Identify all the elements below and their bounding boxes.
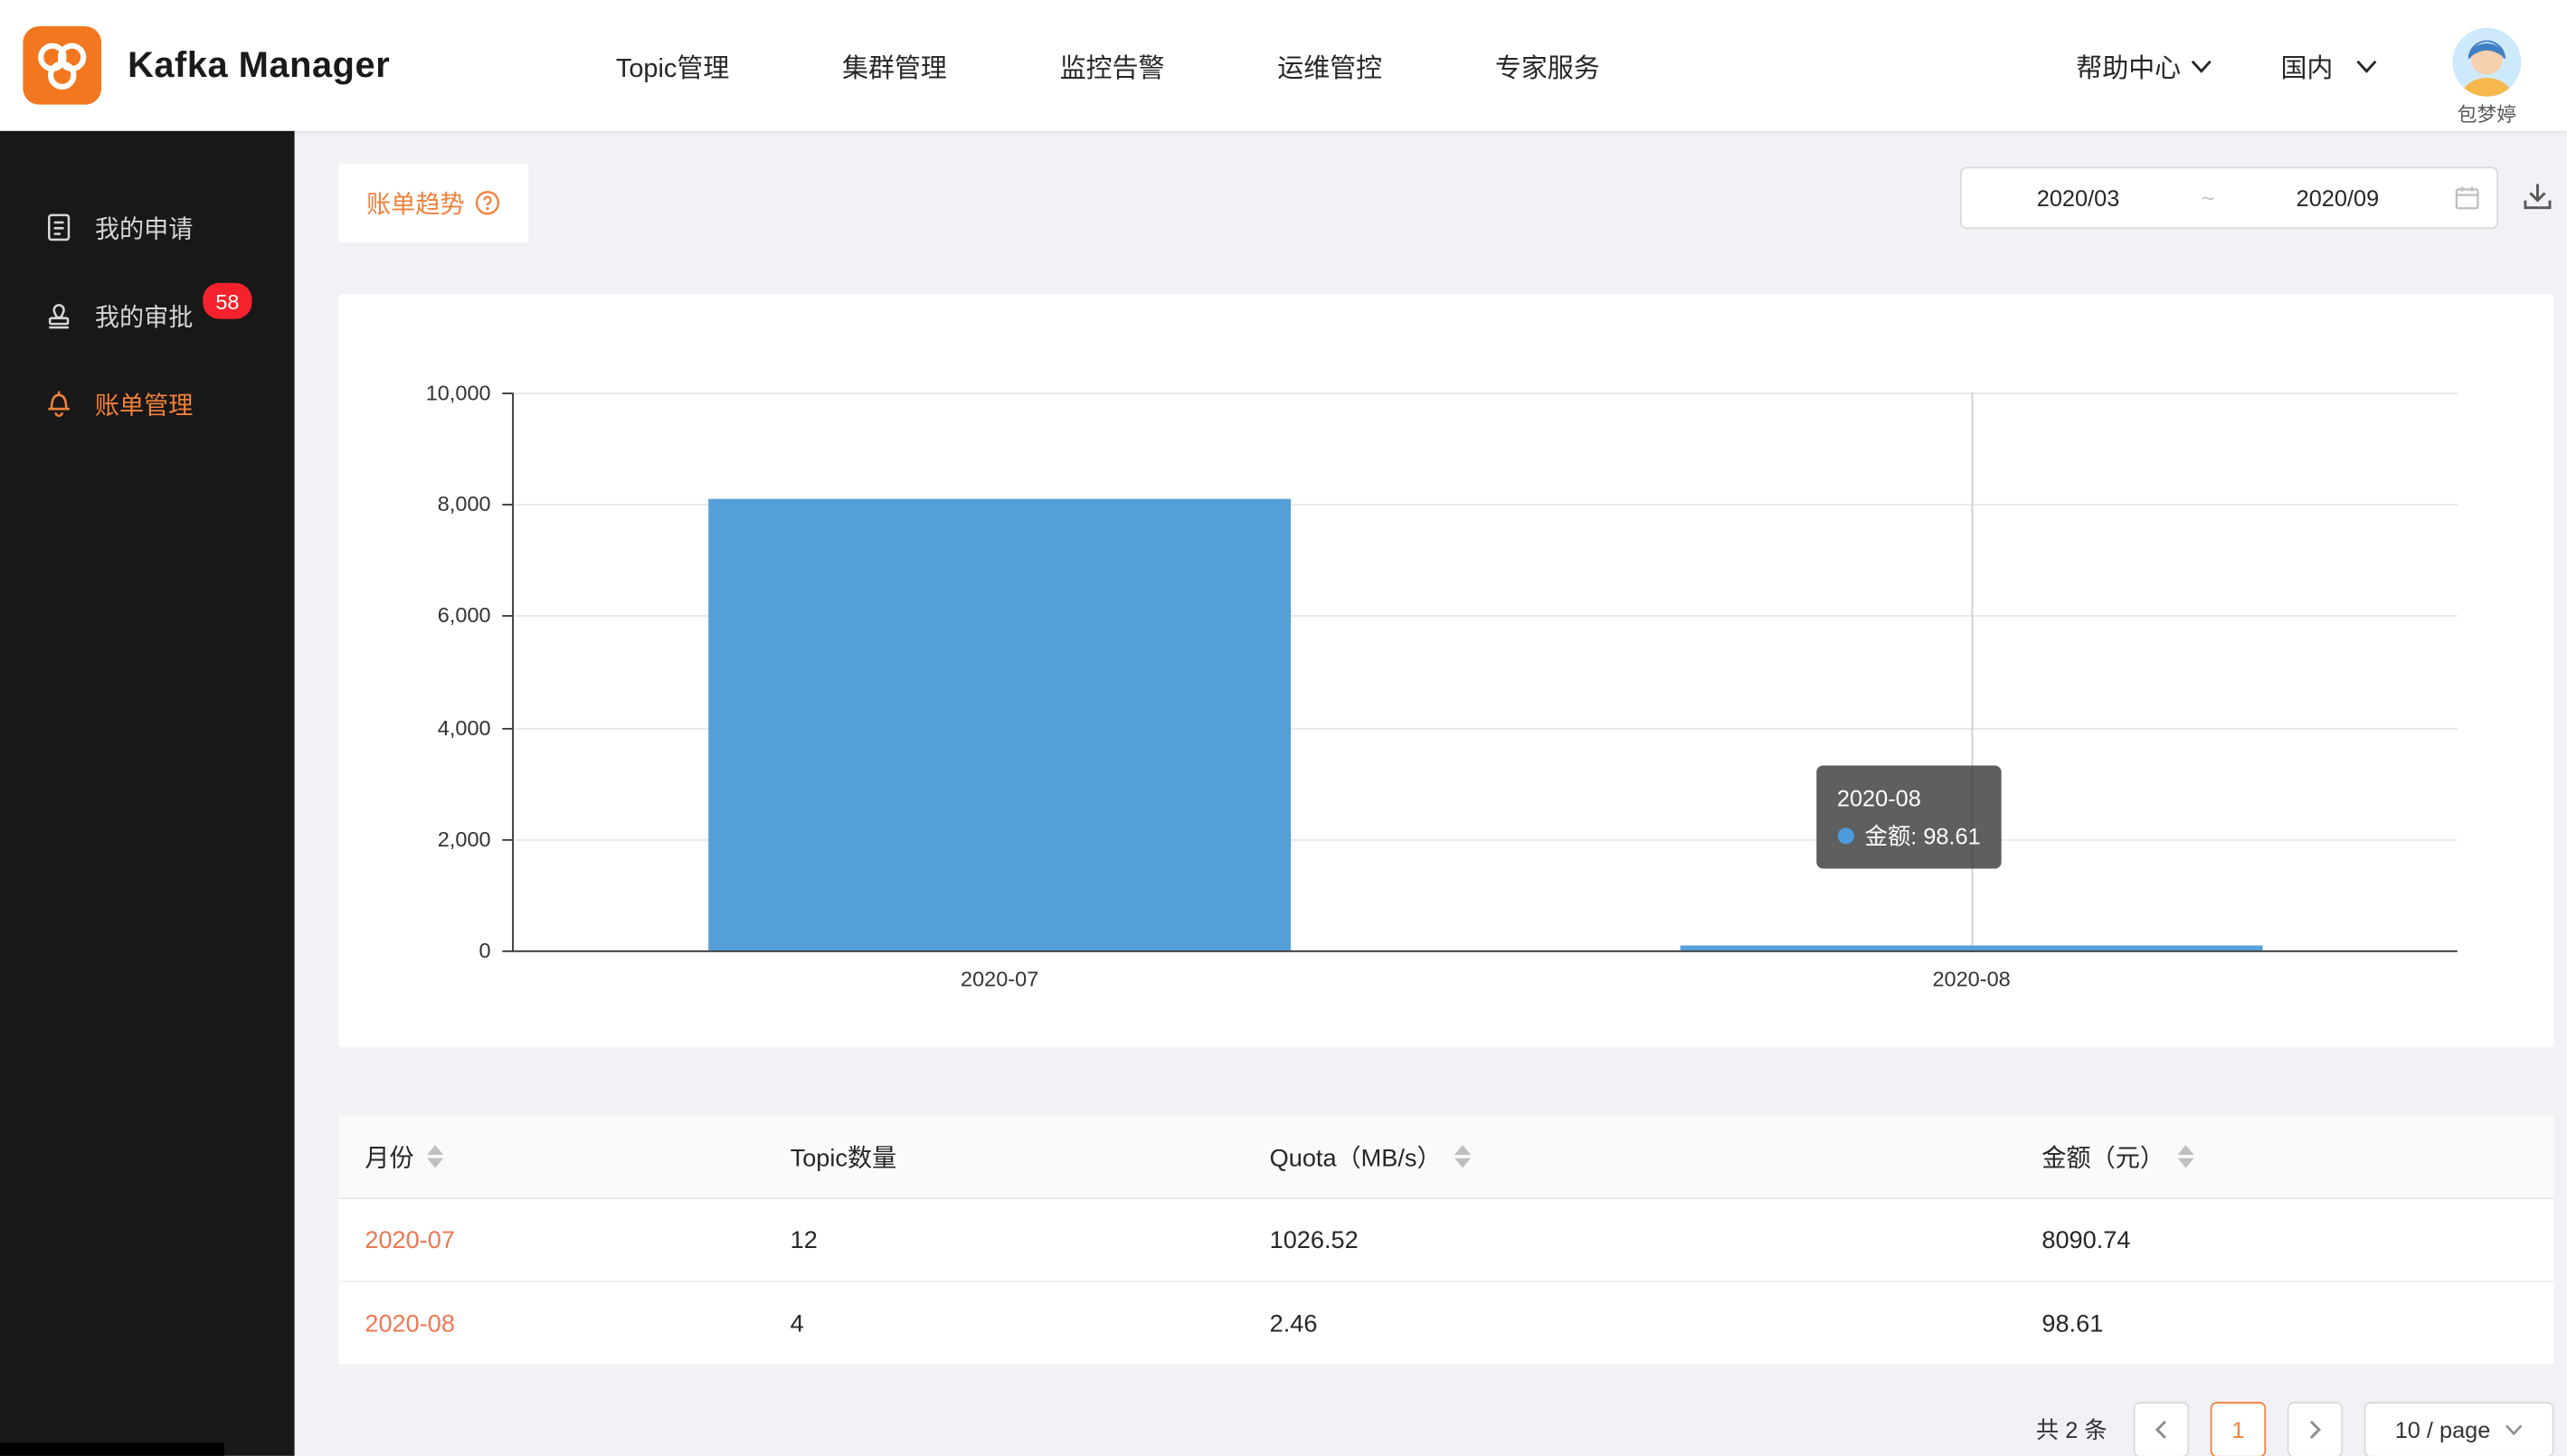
chevron-down-icon <box>2191 58 2212 72</box>
date-range-picker[interactable]: 2020/03 ~ 2020/09 <box>1960 166 2498 229</box>
sort-icon[interactable] <box>2178 1145 2194 1168</box>
next-page-button[interactable] <box>2288 1402 2343 1456</box>
nav-topic-management[interactable]: Topic管理 <box>616 46 729 85</box>
sidebar-item-billing[interactable]: 账单管理 <box>0 360 295 449</box>
total-count-label: 共 2 条 <box>2036 1413 2108 1446</box>
table-row: 2020-07 12 1026.52 8090.74 <box>338 1199 2553 1282</box>
table-row: 2020-08 4 2.46 98.61 <box>338 1282 2553 1366</box>
chevron-left-icon <box>2153 1420 2169 1440</box>
amount-cell: 98.61 <box>2041 1309 2103 1338</box>
question-circle-icon <box>475 190 501 216</box>
sidebar: 我的申请 我的审批 58 账单管理 <box>0 131 295 1456</box>
stamp-icon <box>44 301 74 331</box>
approval-count-badge: 58 <box>200 279 255 322</box>
sidebar-item-label: 我的申请 <box>95 210 194 244</box>
tooltip-title: 2020-08 <box>1837 781 1981 818</box>
y-tick-label: 4,000 <box>438 715 491 740</box>
sort-icon[interactable] <box>427 1145 443 1168</box>
app-root: Kafka Manager Topic管理 集群管理 监控告警 运维管控 专家服… <box>0 0 2567 1456</box>
pagination: 共 2 条 1 10 / page <box>338 1402 2553 1456</box>
help-center-menu[interactable]: 帮助中心 <box>2076 46 2212 85</box>
y-tick-mark <box>502 727 512 729</box>
sidebar-item-my-applications[interactable]: 我的申请 <box>0 184 295 272</box>
tooltip-value: 金额: 98.61 <box>1865 818 1981 855</box>
x-axis-label: 2020-07 <box>961 967 1038 991</box>
topic-count-cell: 4 <box>791 1309 804 1338</box>
chevron-down-icon <box>2356 58 2378 72</box>
user-name: 包梦婷 <box>2458 99 2516 127</box>
sidebar-collapse-bar[interactable] <box>0 1442 224 1455</box>
page-1-button[interactable]: 1 <box>2211 1402 2266 1456</box>
column-header-amount[interactable]: 金额（元） <box>2015 1139 2553 1174</box>
series-dot-icon <box>1837 827 1853 844</box>
amount-cell: 8090.74 <box>2041 1226 2130 1254</box>
billing-trend-chart-card: 2020-08 金额: 98.61 10,000 8,000 6,000 4,000 2… <box>338 295 2553 1047</box>
y-tick-label: 6,000 <box>438 603 491 628</box>
nav-ops-control[interactable]: 运维管控 <box>1277 46 1382 85</box>
column-header-month[interactable]: 月份 <box>338 1139 763 1174</box>
nav-monitor-alert[interactable]: 监控告警 <box>1060 46 1165 85</box>
bell-icon <box>44 389 74 419</box>
sidebar-item-label: 我的审批 <box>95 298 194 333</box>
nav-cluster-management[interactable]: 集群管理 <box>842 46 947 85</box>
chart-bar[interactable] <box>708 499 1292 950</box>
y-tick-label: 2,000 <box>438 827 491 851</box>
month-link[interactable]: 2020-08 <box>365 1309 455 1338</box>
nav-expert-service[interactable]: 专家服务 <box>1495 46 1600 85</box>
sidebar-item-label: 账单管理 <box>95 387 194 421</box>
kafka-manager-logo-icon <box>23 26 101 105</box>
main-nav: Topic管理 集群管理 监控告警 运维管控 专家服务 <box>616 46 1600 85</box>
month-link[interactable]: 2020-07 <box>365 1226 455 1254</box>
document-icon <box>44 213 74 242</box>
sidebar-item-my-approvals[interactable]: 我的审批 58 <box>0 271 295 360</box>
date-end-value[interactable]: 2020/09 <box>2221 184 2455 211</box>
chart-plot: 2020-08 金额: 98.61 10,0008,0006,0004,0002… <box>512 392 2458 952</box>
chevron-down-icon <box>2505 1423 2524 1436</box>
quota-cell: 2.46 <box>1270 1309 1318 1338</box>
page-size-select[interactable]: 10 / page <box>2364 1402 2554 1456</box>
topic-count-cell: 12 <box>791 1226 818 1254</box>
date-start-value[interactable]: 2020/03 <box>1962 184 2195 211</box>
avatar <box>2452 27 2521 96</box>
chevron-right-icon <box>2307 1420 2323 1440</box>
table-header-row: 月份 Topic数量 Quota（MB/s） 金额（元） <box>338 1116 2553 1199</box>
quota-cell: 1026.52 <box>1270 1226 1359 1254</box>
y-tick-mark <box>502 504 512 506</box>
toolbar: 账单趋势 2020/03 ~ 2020/09 <box>338 164 2553 275</box>
y-tick-label: 0 <box>479 938 491 962</box>
date-separator: ~ <box>2194 184 2221 211</box>
y-tick-mark <box>502 950 512 952</box>
chart-tooltip: 2020-08 金额: 98.61 <box>1815 766 2002 869</box>
prev-page-button[interactable] <box>2134 1402 2189 1456</box>
gridline <box>514 392 2458 394</box>
x-axis-label: 2020-08 <box>1932 967 2010 991</box>
calendar-icon <box>2454 184 2480 211</box>
column-header-quota[interactable]: Quota（MB/s） <box>1244 1139 2016 1174</box>
user-profile[interactable]: 包梦婷 <box>2452 27 2521 127</box>
y-tick-label: 10,000 <box>426 381 491 405</box>
column-header-topic-count: Topic数量 <box>764 1139 1244 1174</box>
sort-icon[interactable] <box>1454 1145 1471 1168</box>
app-title: Kafka Manager <box>128 44 390 87</box>
tab-billing-trend[interactable]: 账单趋势 <box>338 164 528 242</box>
chart-bar[interactable] <box>1680 945 2263 950</box>
region-selector[interactable]: 国内 <box>2280 46 2377 85</box>
y-tick-label: 8,000 <box>438 492 491 516</box>
y-tick-mark <box>502 616 512 618</box>
top-header: Kafka Manager Topic管理 集群管理 监控告警 运维管控 专家服… <box>0 0 2567 131</box>
billing-table: 月份 Topic数量 Quota（MB/s） 金额（元） 2020-07 12 <box>338 1116 2553 1366</box>
y-tick-mark <box>502 392 512 394</box>
y-tick-mark <box>502 839 512 841</box>
download-icon[interactable] <box>2521 180 2553 213</box>
main-content: 账单趋势 2020/03 ~ 2020/09 <box>295 131 2567 1456</box>
